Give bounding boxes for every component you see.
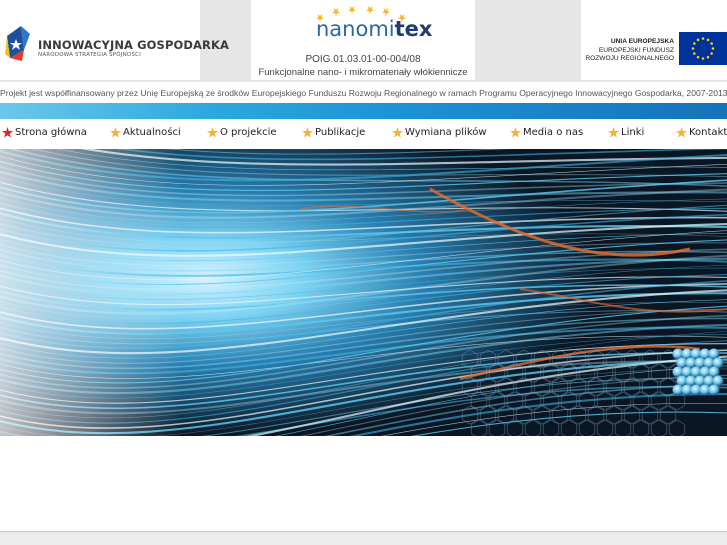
star-icon	[207, 127, 218, 138]
star-icon	[392, 127, 403, 138]
star-icon	[510, 127, 521, 138]
ig-emblem-icon	[5, 26, 30, 61]
eu-line1: UNIA EUROPEJSKA	[610, 38, 674, 45]
nav-label: Aktualności	[123, 127, 181, 138]
eu-flag-icon	[679, 32, 727, 65]
nav-label: O projekcie	[220, 127, 277, 138]
ig-title: INNOWACYJNA GOSPODARKA	[38, 38, 229, 52]
brand-prefix: nanomi	[316, 17, 395, 41]
star-icon	[110, 127, 121, 138]
nav-label: Kontakt	[689, 127, 727, 138]
nav-label: Media o nas	[523, 127, 584, 138]
project-code: POIG.01.03.01-00-004/08	[305, 54, 421, 65]
hero-banner-image	[0, 149, 727, 436]
nanofiber-illustration	[0, 149, 727, 436]
nav-label: Linki	[621, 127, 645, 138]
nanomitex-wordmark: nanomitex	[316, 17, 432, 41]
star-icon	[302, 127, 313, 138]
eu-text: UNIA EUROPEJSKA EUROPEJSKI FUNDUSZ ROZWO…	[582, 38, 674, 64]
project-description: Funkcjonalne nano- i mikromateriały włók…	[258, 67, 468, 78]
brand-suffix: tex	[394, 17, 433, 41]
ig-subtitle: NARODOWA STRATEGIA SPÓJNOŚCI	[38, 52, 142, 58]
footer-bar	[0, 532, 727, 545]
eu-line2: EUROPEJSKI FUNDUSZ	[598, 46, 674, 54]
nav-label: Publikacje	[315, 127, 366, 138]
nav-label: Wymiana plików	[405, 127, 487, 138]
blue-divider-bar	[0, 103, 727, 119]
star-icon	[2, 127, 13, 138]
eu-line3: ROZWOJU REGIONALNEGO	[585, 55, 674, 62]
nav-label: Strona główna	[15, 127, 87, 138]
star-icon	[608, 127, 619, 138]
innowacyjna-gospodarka-logo-block[interactable]: INNOWACYJNA GOSPODARKA NARODOWA STRATEGI…	[0, 0, 229, 80]
main-navigation: Strona główna Aktualności O projekcie Pu…	[0, 119, 727, 149]
cofinancing-disclaimer: Projekt jest współfinansowany przez Unię…	[0, 88, 727, 98]
star-icon	[676, 127, 687, 138]
